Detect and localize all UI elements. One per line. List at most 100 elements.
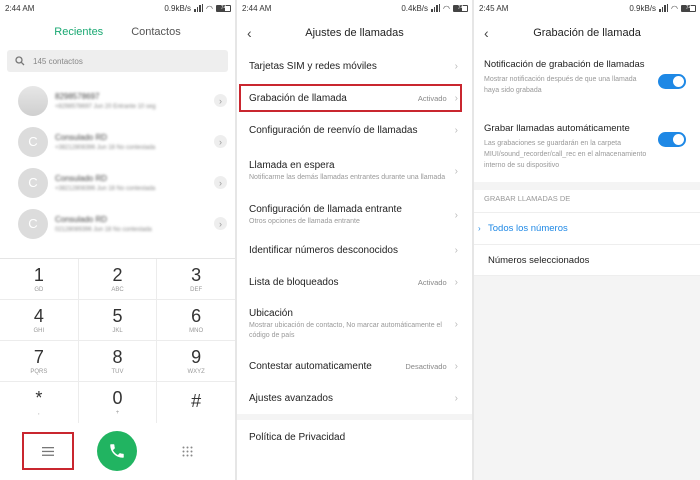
call-button[interactable] — [97, 431, 138, 471]
page-title: Ajustes de llamadas — [305, 27, 404, 39]
chevron-right-icon[interactable]: › — [214, 176, 227, 189]
call-settings-screen: 2:44 AM 0.4kB/s ◠ 74 ‹ Ajustes de llamad… — [237, 0, 472, 480]
contact-name: Consulado RD — [55, 173, 108, 183]
network-speed: 0.9kB/s — [629, 3, 657, 13]
contact-detail: 02128089396 Jun 18 No contestada — [55, 226, 152, 233]
battery-icon: 74 — [681, 4, 696, 12]
key-0[interactable]: 0 + — [79, 382, 158, 423]
signal-icon — [194, 4, 204, 12]
setting-block-list[interactable]: Lista de bloqueados Activado › — [237, 266, 472, 298]
setting-identify-unknown[interactable]: Identificar números desconocidos › — [237, 234, 472, 266]
setting-value: Desactivado — [405, 361, 447, 371]
search-placeholder: 145 contactos — [33, 56, 83, 66]
chevron-right-icon: › — [454, 165, 458, 177]
section-header: GRABAR LLAMADAS DE — [484, 194, 571, 203]
key-5[interactable]: 5 JKL — [79, 300, 158, 340]
chevron-right-icon: › — [454, 60, 458, 72]
signal-icon — [659, 4, 669, 12]
setting-incoming-call[interactable]: Configuración de llamada entrante Otros … — [237, 196, 472, 234]
setting-value: Activado — [417, 277, 447, 287]
network-speed: 0.4kB/s — [401, 3, 429, 13]
search-icon — [15, 56, 25, 66]
contact-name: 8298578697 — [55, 91, 100, 101]
menu-button[interactable] — [21, 432, 74, 470]
status-time: 2:44 AM — [5, 3, 35, 13]
avatar: C — [18, 167, 48, 198]
setting-call-forwarding[interactable]: Configuración de reenvío de llamadas › — [237, 114, 472, 146]
tab-contactos[interactable]: Contactos — [131, 26, 181, 38]
chevron-right-icon: › — [454, 209, 458, 221]
key-hash[interactable]: # — [157, 382, 235, 423]
chevron-right-icon: › — [454, 124, 458, 136]
search-bar[interactable]: 145 contactos — [7, 50, 228, 72]
key-3[interactable]: 3 DEF — [157, 259, 235, 299]
status-bar: 2:44 AM 0.4kB/s ◠ 74 — [237, 0, 472, 16]
status-bar: 2:45 AM 0.9kB/s ◠ 74 — [474, 0, 700, 16]
setting-privacy-policy[interactable]: Política de Privacidad — [237, 420, 472, 454]
setting-auto-answer[interactable]: Contestar automaticamente Desactivado › — [237, 350, 472, 382]
status-time: 2:44 AM — [242, 3, 272, 13]
chevron-right-icon[interactable]: › — [214, 94, 227, 107]
chevron-right-icon: › — [454, 244, 458, 256]
setting-advanced[interactable]: Ajustes avanzados › — [237, 382, 472, 414]
contact-name: Consulado RD — [55, 132, 108, 142]
key-4[interactable]: 4 GHI — [0, 300, 79, 340]
key-star[interactable]: *, — [0, 382, 79, 423]
contact-detail: +8298578697 Jun 20 Entrante 10 seg — [55, 103, 156, 110]
list-item[interactable]: 8298578697 +8298578697 Jun 20 Entrante 1… — [0, 80, 235, 121]
setting-sim-networks[interactable]: Tarjetas SIM y redes móviles › — [237, 50, 472, 82]
nav-bar: ‹ Grabación de llamada — [474, 16, 700, 50]
network-speed: 0.9kB/s — [164, 3, 192, 13]
chevron-right-icon: › — [454, 318, 458, 330]
key-2[interactable]: 2 ABC — [79, 259, 158, 299]
phone-icon — [110, 444, 125, 458]
battery-icon: 74 — [453, 4, 468, 12]
dialpad: 1 GD 2 ABC 3 DEF 4 GHI 5 JKL 6 MNO 7 PQRS 8 TUV … — [0, 258, 235, 423]
dialpad-grid-icon — [182, 446, 193, 456]
chevron-right-icon[interactable]: › — [214, 217, 227, 230]
chevron-right-icon: › — [454, 392, 458, 404]
chevron-right-icon[interactable]: › — [214, 135, 227, 148]
option-selected-numbers[interactable]: Números seleccionados — [474, 244, 700, 276]
avatar: C — [18, 208, 48, 239]
wifi-icon: ◠ — [671, 3, 678, 13]
status-time: 2:45 AM — [479, 3, 509, 13]
avatar: C — [18, 126, 48, 157]
avatar — [18, 85, 48, 116]
contact-detail: +38212808396 Jun 18 No contestada — [55, 144, 156, 151]
key-1[interactable]: 1 GD — [0, 259, 79, 299]
dialer-tabs: Recientes Contactos — [0, 26, 235, 38]
list-item[interactable]: C Consulado RD +38212808396 Jun 18 No co… — [0, 121, 235, 162]
setting-recording-notification: Notificación de grabación de llamadas Mo… — [474, 50, 700, 116]
key-9[interactable]: 9 WXYZ — [157, 341, 235, 381]
key-7[interactable]: 7 PQRS — [0, 341, 79, 381]
back-arrow-icon[interactable]: ‹ — [484, 25, 489, 41]
setting-location[interactable]: Ubicación Mostrar ubicación de contacto,… — [237, 298, 472, 350]
tab-recientes[interactable]: Recientes — [54, 26, 103, 38]
dialer-bottom-bar — [0, 422, 235, 480]
setting-call-recording[interactable]: Grabación de llamada Activado › — [237, 82, 472, 114]
highlight-box — [239, 84, 462, 112]
call-recording-screen: 2:45 AM 0.9kB/s ◠ 74 ‹ Grabación de llam… — [474, 0, 700, 480]
signal-icon — [431, 4, 441, 12]
battery-icon: 74 — [216, 4, 231, 12]
key-8[interactable]: 8 TUV — [79, 341, 158, 381]
back-arrow-icon[interactable]: ‹ — [247, 25, 252, 41]
auto-record-toggle[interactable] — [658, 132, 686, 147]
setting-call-waiting[interactable]: Llamada en espera Notificarme las demás … — [237, 146, 472, 196]
hamburger-menu-icon — [41, 446, 54, 456]
dialer-screen: 2:44 AM 0.9kB/s ◠ 74 Recientes Contactos… — [0, 0, 235, 480]
setting-auto-record: Grabar llamadas automáticamente Las grab… — [474, 116, 700, 176]
notification-toggle[interactable] — [658, 74, 686, 89]
list-item[interactable]: C Consulado RD +38212808396 Jun 18 No co… — [0, 162, 235, 203]
wifi-icon: ◠ — [443, 3, 450, 13]
wifi-icon: ◠ — [206, 3, 213, 13]
page-title: Grabación de llamada — [533, 27, 641, 39]
chevron-right-icon: › — [454, 360, 458, 372]
key-6[interactable]: 6 MNO — [157, 300, 235, 340]
nav-bar: ‹ Ajustes de llamadas — [237, 16, 472, 50]
chevron-right-icon: › — [454, 276, 458, 288]
dialpad-toggle-button[interactable] — [161, 432, 213, 470]
option-all-numbers[interactable]: › Todos los números — [474, 212, 700, 244]
list-item[interactable]: C Consulado RD 02128089396 Jun 18 No con… — [0, 203, 235, 244]
